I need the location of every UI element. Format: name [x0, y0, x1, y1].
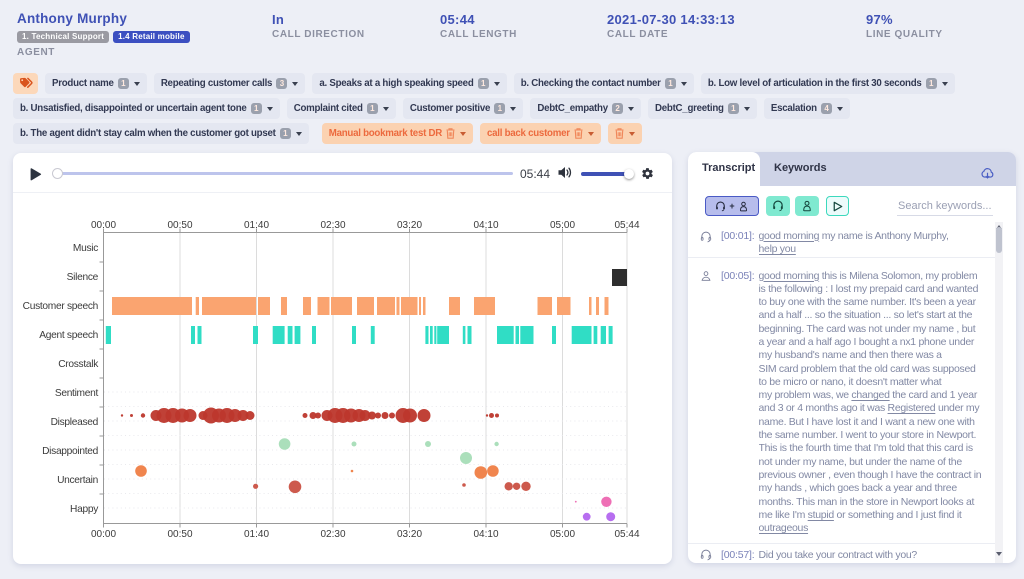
svg-text:05:00: 05:00 — [550, 220, 575, 231]
svg-text:Customer speech: Customer speech — [23, 301, 98, 312]
svg-text:04:10: 04:10 — [473, 220, 498, 231]
svg-text:01:40: 01:40 — [244, 220, 269, 231]
svg-text:00:00: 00:00 — [91, 529, 116, 540]
svg-text:Uncertain: Uncertain — [57, 475, 98, 486]
svg-text:Crosstalk: Crosstalk — [58, 359, 99, 370]
svg-text:00:50: 00:50 — [167, 529, 192, 540]
svg-text:03:20: 03:20 — [397, 220, 422, 231]
svg-text:Silence: Silence — [67, 272, 99, 283]
svg-text:05:44: 05:44 — [614, 220, 639, 231]
svg-text:02:30: 02:30 — [320, 529, 345, 540]
svg-text:03:20: 03:20 — [397, 529, 422, 540]
svg-text:04:10: 04:10 — [473, 529, 498, 540]
svg-text:Happy: Happy — [70, 504, 99, 515]
svg-text:00:50: 00:50 — [167, 220, 192, 231]
svg-text:02:30: 02:30 — [320, 220, 345, 231]
svg-text:Displeased: Displeased — [51, 417, 99, 428]
svg-text:00:00: 00:00 — [91, 220, 116, 231]
svg-text:Disappointed: Disappointed — [42, 446, 99, 457]
svg-text:05:00: 05:00 — [550, 529, 575, 540]
svg-text:01:40: 01:40 — [244, 529, 269, 540]
svg-text:Agent speech: Agent speech — [39, 330, 98, 341]
svg-text:Music: Music — [73, 243, 98, 254]
svg-text:Sentiment: Sentiment — [55, 388, 99, 399]
svg-text:05:44: 05:44 — [614, 529, 639, 540]
